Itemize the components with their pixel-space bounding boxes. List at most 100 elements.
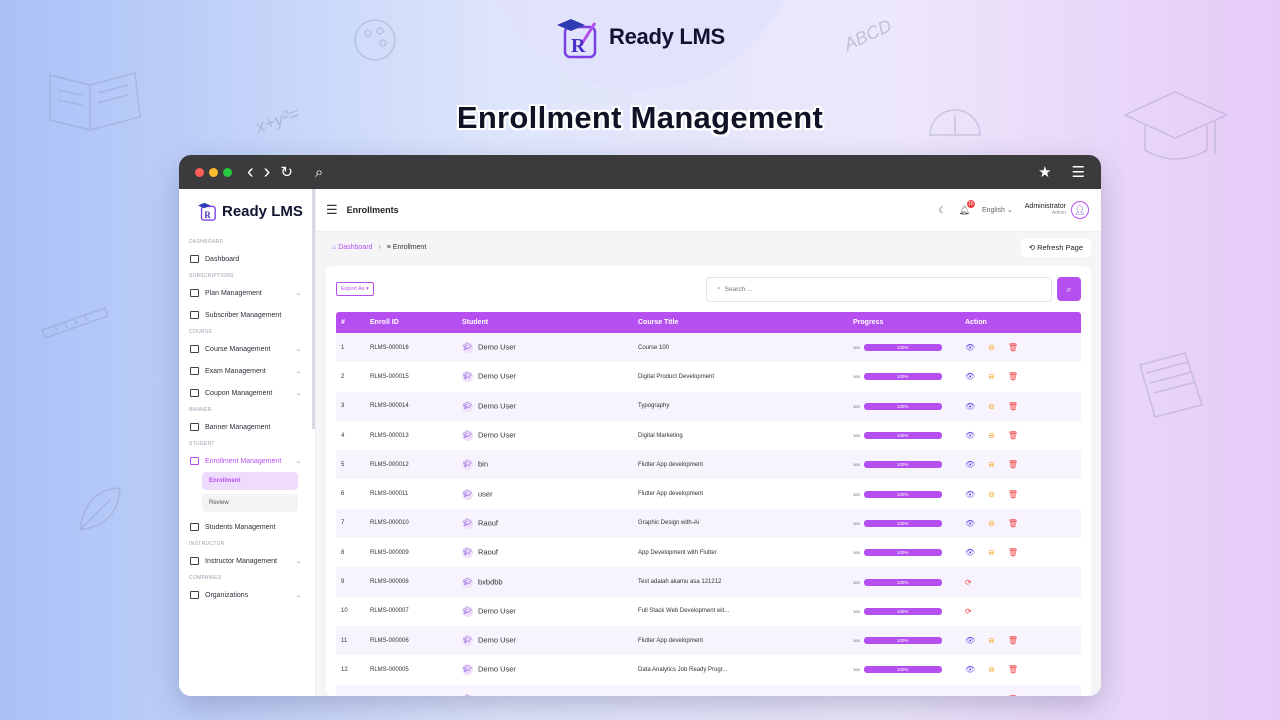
forward-icon[interactable]: ›	[264, 162, 271, 182]
refresh-page-button[interactable]: ⟲ Refresh Page	[1020, 237, 1091, 257]
edit-icon[interactable]: ⊖	[988, 343, 995, 352]
delete-icon[interactable]: 🗑︎	[1008, 490, 1018, 499]
maximize-window-dot[interactable]	[223, 167, 232, 177]
reload-icon[interactable]: ↻	[280, 165, 293, 180]
delete-icon[interactable]: 🗑︎	[1008, 343, 1018, 352]
delete-icon[interactable]: 🗑︎	[1008, 665, 1018, 674]
view-icon[interactable]: 👁︎	[965, 548, 975, 557]
view-icon[interactable]: 👁︎	[965, 460, 975, 469]
search-input[interactable]	[724, 285, 1025, 293]
view-icon[interactable]: 👁︎	[965, 519, 975, 528]
table-row[interactable]: 7 RLMS-000010 🎓︎ Raouf Graphic Design wit…	[336, 508, 1081, 539]
export-as-button[interactable]: Export As ▾	[336, 282, 374, 296]
edit-icon[interactable]: ⊖	[988, 665, 995, 674]
delete-icon[interactable]: 🗑︎	[1008, 636, 1018, 645]
delete-icon[interactable]: 🗑︎	[1008, 460, 1018, 469]
chevron-down-icon: ⌄	[1006, 207, 1013, 214]
edit-icon[interactable]: ⊖	[988, 372, 995, 381]
delete-icon[interactable]: 🗑︎	[1008, 519, 1018, 528]
language-select[interactable]: English ⌄	[982, 206, 1013, 214]
progress-label: 100	[853, 608, 860, 614]
table-row[interactable]: 10 RLMS-000007 🎓︎ Demo User Full Stack We…	[336, 596, 1081, 626]
sync-icon[interactable]: ⟳	[965, 578, 972, 587]
edit-icon[interactable]: ⊖	[988, 490, 995, 499]
progress-cell: 100100%	[848, 479, 960, 508]
view-icon[interactable]: 👁︎	[965, 343, 975, 352]
delete-icon[interactable]: 🗑︎	[1008, 372, 1018, 381]
table-row[interactable]: 3 RLMS-000014 🎓︎ Demo User Typography 100…	[336, 391, 1081, 421]
table-row[interactable]: 6 RLMS-000011 🎓︎ user Flutter App develop…	[336, 479, 1081, 509]
table-row[interactable]: 8 RLMS-000009 🎓︎ Raouf App Development wi…	[336, 538, 1081, 568]
sidebar-item-students[interactable]: Students Management	[179, 516, 315, 538]
delete-icon[interactable]: 🗑︎	[1008, 402, 1018, 411]
column-header[interactable]: #	[336, 312, 365, 333]
bell-icon[interactable]: 🔔︎ 15	[959, 199, 975, 216]
chevron-down-icon: ⌄	[295, 346, 301, 353]
avatar[interactable]: 👤︎	[1071, 201, 1089, 219]
sidebar-item-exam[interactable]: Exam Management ⌄	[179, 360, 315, 382]
back-icon[interactable]: ‹	[247, 162, 254, 182]
edit-icon[interactable]: ⊖	[988, 548, 995, 557]
view-icon[interactable]: 👁︎	[965, 695, 975, 696]
progress-fill: 100%	[863, 373, 942, 381]
student-cell: 🎓︎ Demo User	[457, 392, 633, 421]
view-icon[interactable]: 👁︎	[965, 490, 975, 499]
list-icon	[190, 367, 199, 375]
edit-icon[interactable]: ⊖	[988, 519, 995, 528]
user-menu[interactable]: Administrator Admin 👤︎	[1025, 201, 1089, 219]
view-icon[interactable]: 👁︎	[965, 402, 975, 411]
sync-icon[interactable]: ⟳	[965, 607, 972, 616]
breadcrumb-home[interactable]: ⌂ Dashboard	[332, 244, 372, 251]
column-header[interactable]: Student	[457, 312, 633, 333]
table-row[interactable]: 11 RLMS-000006 🎓︎ Demo User Flutter App d…	[336, 625, 1081, 656]
table-row[interactable]: 9 RLMS-000008 🎓︎ bxbdbb Test adalah akamu…	[336, 567, 1081, 597]
sidebar-item-subscriber[interactable]: Subscriber Management	[179, 304, 315, 326]
progress-label: 100	[853, 433, 860, 439]
browser-menu-icon[interactable]: ☰	[1072, 165, 1085, 180]
edit-icon[interactable]: ⊖	[988, 431, 995, 440]
search-button[interactable]: ⌕	[1057, 277, 1081, 301]
delete-icon[interactable]: 🗑︎	[1008, 548, 1018, 557]
edit-icon[interactable]: ⊖	[988, 636, 995, 645]
delete-icon[interactable]: 🗑︎	[1008, 695, 1018, 696]
sidebar-item-organizations[interactable]: Organizations ⌄	[179, 584, 315, 606]
close-window-dot[interactable]	[195, 167, 204, 177]
table-row[interactable]: 5 RLMS-000012 🎓︎ bin Flutter App developm…	[336, 450, 1081, 480]
sidebar-item-enrollment[interactable]: Enrollment Management ⌄	[179, 450, 315, 472]
table-row[interactable]: 1 RLMS-000016 🎓︎ Demo User Course 100 100…	[336, 333, 1081, 363]
minimize-window-dot[interactable]	[209, 167, 218, 177]
column-header[interactable]: Enroll ID	[365, 312, 457, 333]
sidebar-item-course[interactable]: Course Management ⌄	[179, 338, 315, 360]
sidebar-subitem-review[interactable]: Review	[202, 494, 298, 512]
edit-icon[interactable]: ⊖	[988, 460, 995, 469]
section-student: STUDENT	[189, 441, 215, 447]
sidebar-item-label: Subscriber Management	[205, 311, 282, 319]
view-icon[interactable]: 👁︎	[965, 431, 975, 440]
search-icon[interactable]: ⌕	[315, 165, 323, 180]
hamburger-menu-icon[interactable]: ☰	[326, 202, 338, 218]
view-icon[interactable]: 👁︎	[965, 665, 975, 674]
sidebar-subitem-enrollment[interactable]: Enrollment	[202, 472, 298, 490]
bookmark-star-icon[interactable]: ★	[1038, 165, 1051, 180]
sidebar-item-instructor[interactable]: Instructor Management ⌄	[179, 550, 315, 572]
view-icon[interactable]: 👁︎	[965, 372, 975, 381]
table-row[interactable]: 4 RLMS-000013 🎓︎ Demo User Digital Market…	[336, 420, 1081, 451]
table-row[interactable]: 2 RLMS-000015 🎓︎ Demo User Digital Produc…	[336, 362, 1081, 392]
progress-bar: 100%	[863, 637, 942, 645]
chevron-down-icon: ⌄	[295, 592, 301, 599]
table-row[interactable]: 12 RLMS-000005 🎓︎ Demo User Data Analytic…	[336, 655, 1081, 685]
column-header[interactable]: Progress	[848, 312, 960, 333]
column-header[interactable]: Course Title	[633, 312, 848, 333]
view-icon[interactable]: 👁︎	[965, 636, 975, 645]
edit-icon[interactable]: ⊖	[988, 695, 995, 696]
sidebar-item-dashboard[interactable]: Dashboard	[179, 248, 315, 270]
sidebar-item-plan[interactable]: Plan Management ⌄	[179, 282, 315, 304]
table-row[interactable]: 13 RLMS-000004 🎓︎ Demo User App Developme…	[336, 684, 1081, 696]
delete-icon[interactable]: 🗑︎	[1008, 431, 1018, 440]
edit-icon[interactable]: ⊖	[988, 402, 995, 411]
sidebar-item-banner[interactable]: Banner Management	[179, 416, 315, 438]
sidebar-item-coupon[interactable]: Coupon Management ⌄	[179, 382, 315, 404]
dark-mode-icon[interactable]: ☾	[938, 205, 946, 216]
column-header[interactable]: Action	[960, 312, 1081, 333]
sidebar-logo[interactable]: R Ready LMS	[179, 197, 315, 225]
